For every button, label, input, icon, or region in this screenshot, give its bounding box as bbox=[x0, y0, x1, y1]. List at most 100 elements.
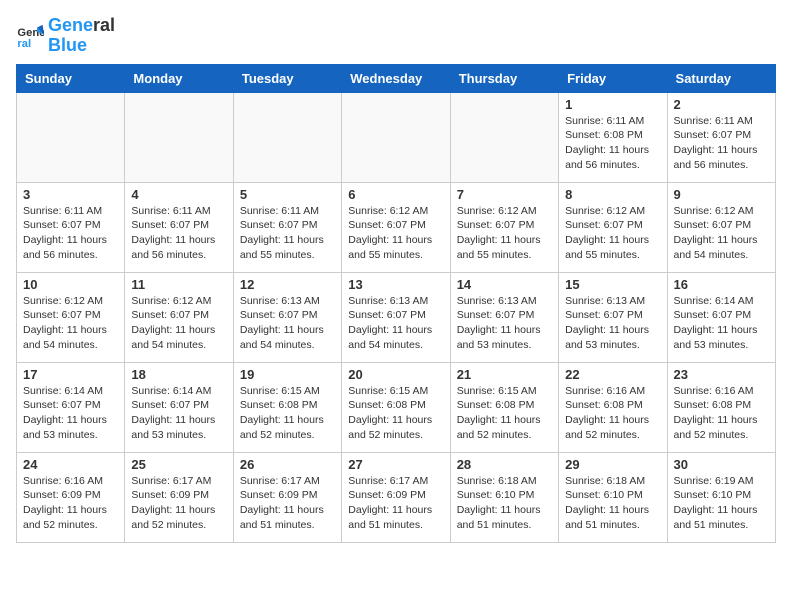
day-info: Sunrise: 6:14 AM Sunset: 6:07 PM Dayligh… bbox=[23, 384, 118, 443]
calendar-cell: 22 Sunrise: 6:16 AM Sunset: 6:08 PM Dayli… bbox=[559, 362, 667, 452]
calendar-cell bbox=[450, 92, 558, 182]
day-info: Sunrise: 6:14 AM Sunset: 6:07 PM Dayligh… bbox=[131, 384, 226, 443]
calendar-cell: 6 Sunrise: 6:12 AM Sunset: 6:07 PM Daylig… bbox=[342, 182, 450, 272]
calendar-cell: 11Sunrise: 6:12 AM Sunset: 6:07 PM Dayli… bbox=[125, 272, 233, 362]
day-number: 12 bbox=[240, 277, 335, 292]
logo-icon: Gene ral bbox=[16, 22, 44, 50]
day-info: Sunrise: 6:12 AM Sunset: 6:07 PM Dayligh… bbox=[131, 294, 226, 353]
day-info: Sunrise: 6:16 AM Sunset: 6:08 PM Dayligh… bbox=[674, 384, 769, 443]
day-number: 17 bbox=[23, 367, 118, 382]
page-header: Gene ral GeneralBlue bbox=[16, 16, 776, 56]
day-number: 5 bbox=[240, 187, 335, 202]
day-info: Sunrise: 6:13 AM Sunset: 6:07 PM Dayligh… bbox=[565, 294, 660, 353]
weekday-header-tuesday: Tuesday bbox=[233, 64, 341, 92]
day-number: 30 bbox=[674, 457, 769, 472]
day-number: 2 bbox=[674, 97, 769, 112]
calendar-cell: 8Sunrise: 6:12 AM Sunset: 6:07 PM Daylig… bbox=[559, 182, 667, 272]
calendar-cell: 2Sunrise: 6:11 AM Sunset: 6:07 PM Daylig… bbox=[667, 92, 775, 182]
day-info: Sunrise: 6:13 AM Sunset: 6:07 PM Dayligh… bbox=[348, 294, 443, 353]
week-row-2: 3 Sunrise: 6:11 AM Sunset: 6:07 PM Daylig… bbox=[17, 182, 776, 272]
calendar-cell: 13 Sunrise: 6:13 AM Sunset: 6:07 PM Dayli… bbox=[342, 272, 450, 362]
day-info: Sunrise: 6:15 AM Sunset: 6:08 PM Dayligh… bbox=[457, 384, 552, 443]
calendar-cell: 23 Sunrise: 6:16 AM Sunset: 6:08 PM Dayli… bbox=[667, 362, 775, 452]
day-info: Sunrise: 6:15 AM Sunset: 6:08 PM Dayligh… bbox=[348, 384, 443, 443]
logo-blue: Blue bbox=[48, 35, 87, 55]
day-number: 14 bbox=[457, 277, 552, 292]
calendar-cell: 15 Sunrise: 6:13 AM Sunset: 6:07 PM Dayli… bbox=[559, 272, 667, 362]
day-number: 10 bbox=[23, 277, 118, 292]
calendar-cell: 12 Sunrise: 6:13 AM Sunset: 6:07 PM Dayli… bbox=[233, 272, 341, 362]
day-number: 27 bbox=[348, 457, 443, 472]
day-info: Sunrise: 6:12 AM Sunset: 6:07 PM Dayligh… bbox=[348, 204, 443, 263]
day-number: 6 bbox=[348, 187, 443, 202]
day-info: Sunrise: 6:11 AM Sunset: 6:07 PM Dayligh… bbox=[23, 204, 118, 263]
day-number: 16 bbox=[674, 277, 769, 292]
day-number: 25 bbox=[131, 457, 226, 472]
calendar-cell: 28 Sunrise: 6:18 AM Sunset: 6:10 PM Dayli… bbox=[450, 452, 558, 542]
day-number: 28 bbox=[457, 457, 552, 472]
week-row-1: 1 Sunrise: 6:11 AM Sunset: 6:08 PM Daylig… bbox=[17, 92, 776, 182]
calendar-cell: 17 Sunrise: 6:14 AM Sunset: 6:07 PM Dayli… bbox=[17, 362, 125, 452]
calendar-cell: 29Sunrise: 6:18 AM Sunset: 6:10 PM Dayli… bbox=[559, 452, 667, 542]
day-number: 8 bbox=[565, 187, 660, 202]
calendar-cell: 18 Sunrise: 6:14 AM Sunset: 6:07 PM Dayli… bbox=[125, 362, 233, 452]
weekday-header-friday: Friday bbox=[559, 64, 667, 92]
calendar-cell: 5 Sunrise: 6:11 AM Sunset: 6:07 PM Daylig… bbox=[233, 182, 341, 272]
day-info: Sunrise: 6:16 AM Sunset: 6:09 PM Dayligh… bbox=[23, 474, 118, 533]
calendar-cell: 24 Sunrise: 6:16 AM Sunset: 6:09 PM Dayli… bbox=[17, 452, 125, 542]
day-info: Sunrise: 6:11 AM Sunset: 6:08 PM Dayligh… bbox=[565, 114, 660, 173]
day-number: 18 bbox=[131, 367, 226, 382]
day-info: Sunrise: 6:17 AM Sunset: 6:09 PM Dayligh… bbox=[240, 474, 335, 533]
day-info: Sunrise: 6:19 AM Sunset: 6:10 PM Dayligh… bbox=[674, 474, 769, 533]
calendar-cell: 21 Sunrise: 6:15 AM Sunset: 6:08 PM Dayli… bbox=[450, 362, 558, 452]
calendar-cell: 4 Sunrise: 6:11 AM Sunset: 6:07 PM Daylig… bbox=[125, 182, 233, 272]
day-info: Sunrise: 6:16 AM Sunset: 6:08 PM Dayligh… bbox=[565, 384, 660, 443]
day-info: Sunrise: 6:15 AM Sunset: 6:08 PM Dayligh… bbox=[240, 384, 335, 443]
day-info: Sunrise: 6:12 AM Sunset: 6:07 PM Dayligh… bbox=[23, 294, 118, 353]
day-number: 19 bbox=[240, 367, 335, 382]
day-info: Sunrise: 6:14 AM Sunset: 6:07 PM Dayligh… bbox=[674, 294, 769, 353]
calendar-cell: 9Sunrise: 6:12 AM Sunset: 6:07 PM Daylig… bbox=[667, 182, 775, 272]
day-number: 4 bbox=[131, 187, 226, 202]
svg-text:ral: ral bbox=[17, 38, 31, 50]
weekday-header-row: SundayMondayTuesdayWednesdayThursdayFrid… bbox=[17, 64, 776, 92]
day-info: Sunrise: 6:11 AM Sunset: 6:07 PM Dayligh… bbox=[131, 204, 226, 263]
day-info: Sunrise: 6:17 AM Sunset: 6:09 PM Dayligh… bbox=[131, 474, 226, 533]
calendar-cell: 19 Sunrise: 6:15 AM Sunset: 6:08 PM Dayli… bbox=[233, 362, 341, 452]
calendar-cell: 25 Sunrise: 6:17 AM Sunset: 6:09 PM Dayli… bbox=[125, 452, 233, 542]
weekday-header-saturday: Saturday bbox=[667, 64, 775, 92]
day-number: 3 bbox=[23, 187, 118, 202]
calendar-cell: 27Sunrise: 6:17 AM Sunset: 6:09 PM Dayli… bbox=[342, 452, 450, 542]
week-row-4: 17 Sunrise: 6:14 AM Sunset: 6:07 PM Dayli… bbox=[17, 362, 776, 452]
logo: Gene ral GeneralBlue bbox=[16, 16, 115, 56]
calendar-cell: 16 Sunrise: 6:14 AM Sunset: 6:07 PM Dayli… bbox=[667, 272, 775, 362]
day-number: 7 bbox=[457, 187, 552, 202]
day-info: Sunrise: 6:18 AM Sunset: 6:10 PM Dayligh… bbox=[457, 474, 552, 533]
calendar-cell: 10 Sunrise: 6:12 AM Sunset: 6:07 PM Dayli… bbox=[17, 272, 125, 362]
day-info: Sunrise: 6:13 AM Sunset: 6:07 PM Dayligh… bbox=[457, 294, 552, 353]
weekday-header-wednesday: Wednesday bbox=[342, 64, 450, 92]
calendar-cell: 7Sunrise: 6:12 AM Sunset: 6:07 PM Daylig… bbox=[450, 182, 558, 272]
day-number: 24 bbox=[23, 457, 118, 472]
calendar-cell bbox=[233, 92, 341, 182]
day-number: 29 bbox=[565, 457, 660, 472]
day-number: 13 bbox=[348, 277, 443, 292]
day-number: 15 bbox=[565, 277, 660, 292]
day-number: 1 bbox=[565, 97, 660, 112]
calendar-cell: 30 Sunrise: 6:19 AM Sunset: 6:10 PM Dayli… bbox=[667, 452, 775, 542]
day-number: 22 bbox=[565, 367, 660, 382]
day-number: 23 bbox=[674, 367, 769, 382]
week-row-5: 24 Sunrise: 6:16 AM Sunset: 6:09 PM Dayli… bbox=[17, 452, 776, 542]
day-number: 9 bbox=[674, 187, 769, 202]
day-info: Sunrise: 6:11 AM Sunset: 6:07 PM Dayligh… bbox=[240, 204, 335, 263]
calendar-cell: 14 Sunrise: 6:13 AM Sunset: 6:07 PM Dayli… bbox=[450, 272, 558, 362]
day-number: 20 bbox=[348, 367, 443, 382]
calendar-cell bbox=[17, 92, 125, 182]
day-info: Sunrise: 6:13 AM Sunset: 6:07 PM Dayligh… bbox=[240, 294, 335, 353]
weekday-header-thursday: Thursday bbox=[450, 64, 558, 92]
calendar-cell: 20 Sunrise: 6:15 AM Sunset: 6:08 PM Dayli… bbox=[342, 362, 450, 452]
calendar: SundayMondayTuesdayWednesdayThursdayFrid… bbox=[16, 64, 776, 543]
day-number: 21 bbox=[457, 367, 552, 382]
calendar-cell: 3 Sunrise: 6:11 AM Sunset: 6:07 PM Daylig… bbox=[17, 182, 125, 272]
calendar-cell: 1 Sunrise: 6:11 AM Sunset: 6:08 PM Daylig… bbox=[559, 92, 667, 182]
